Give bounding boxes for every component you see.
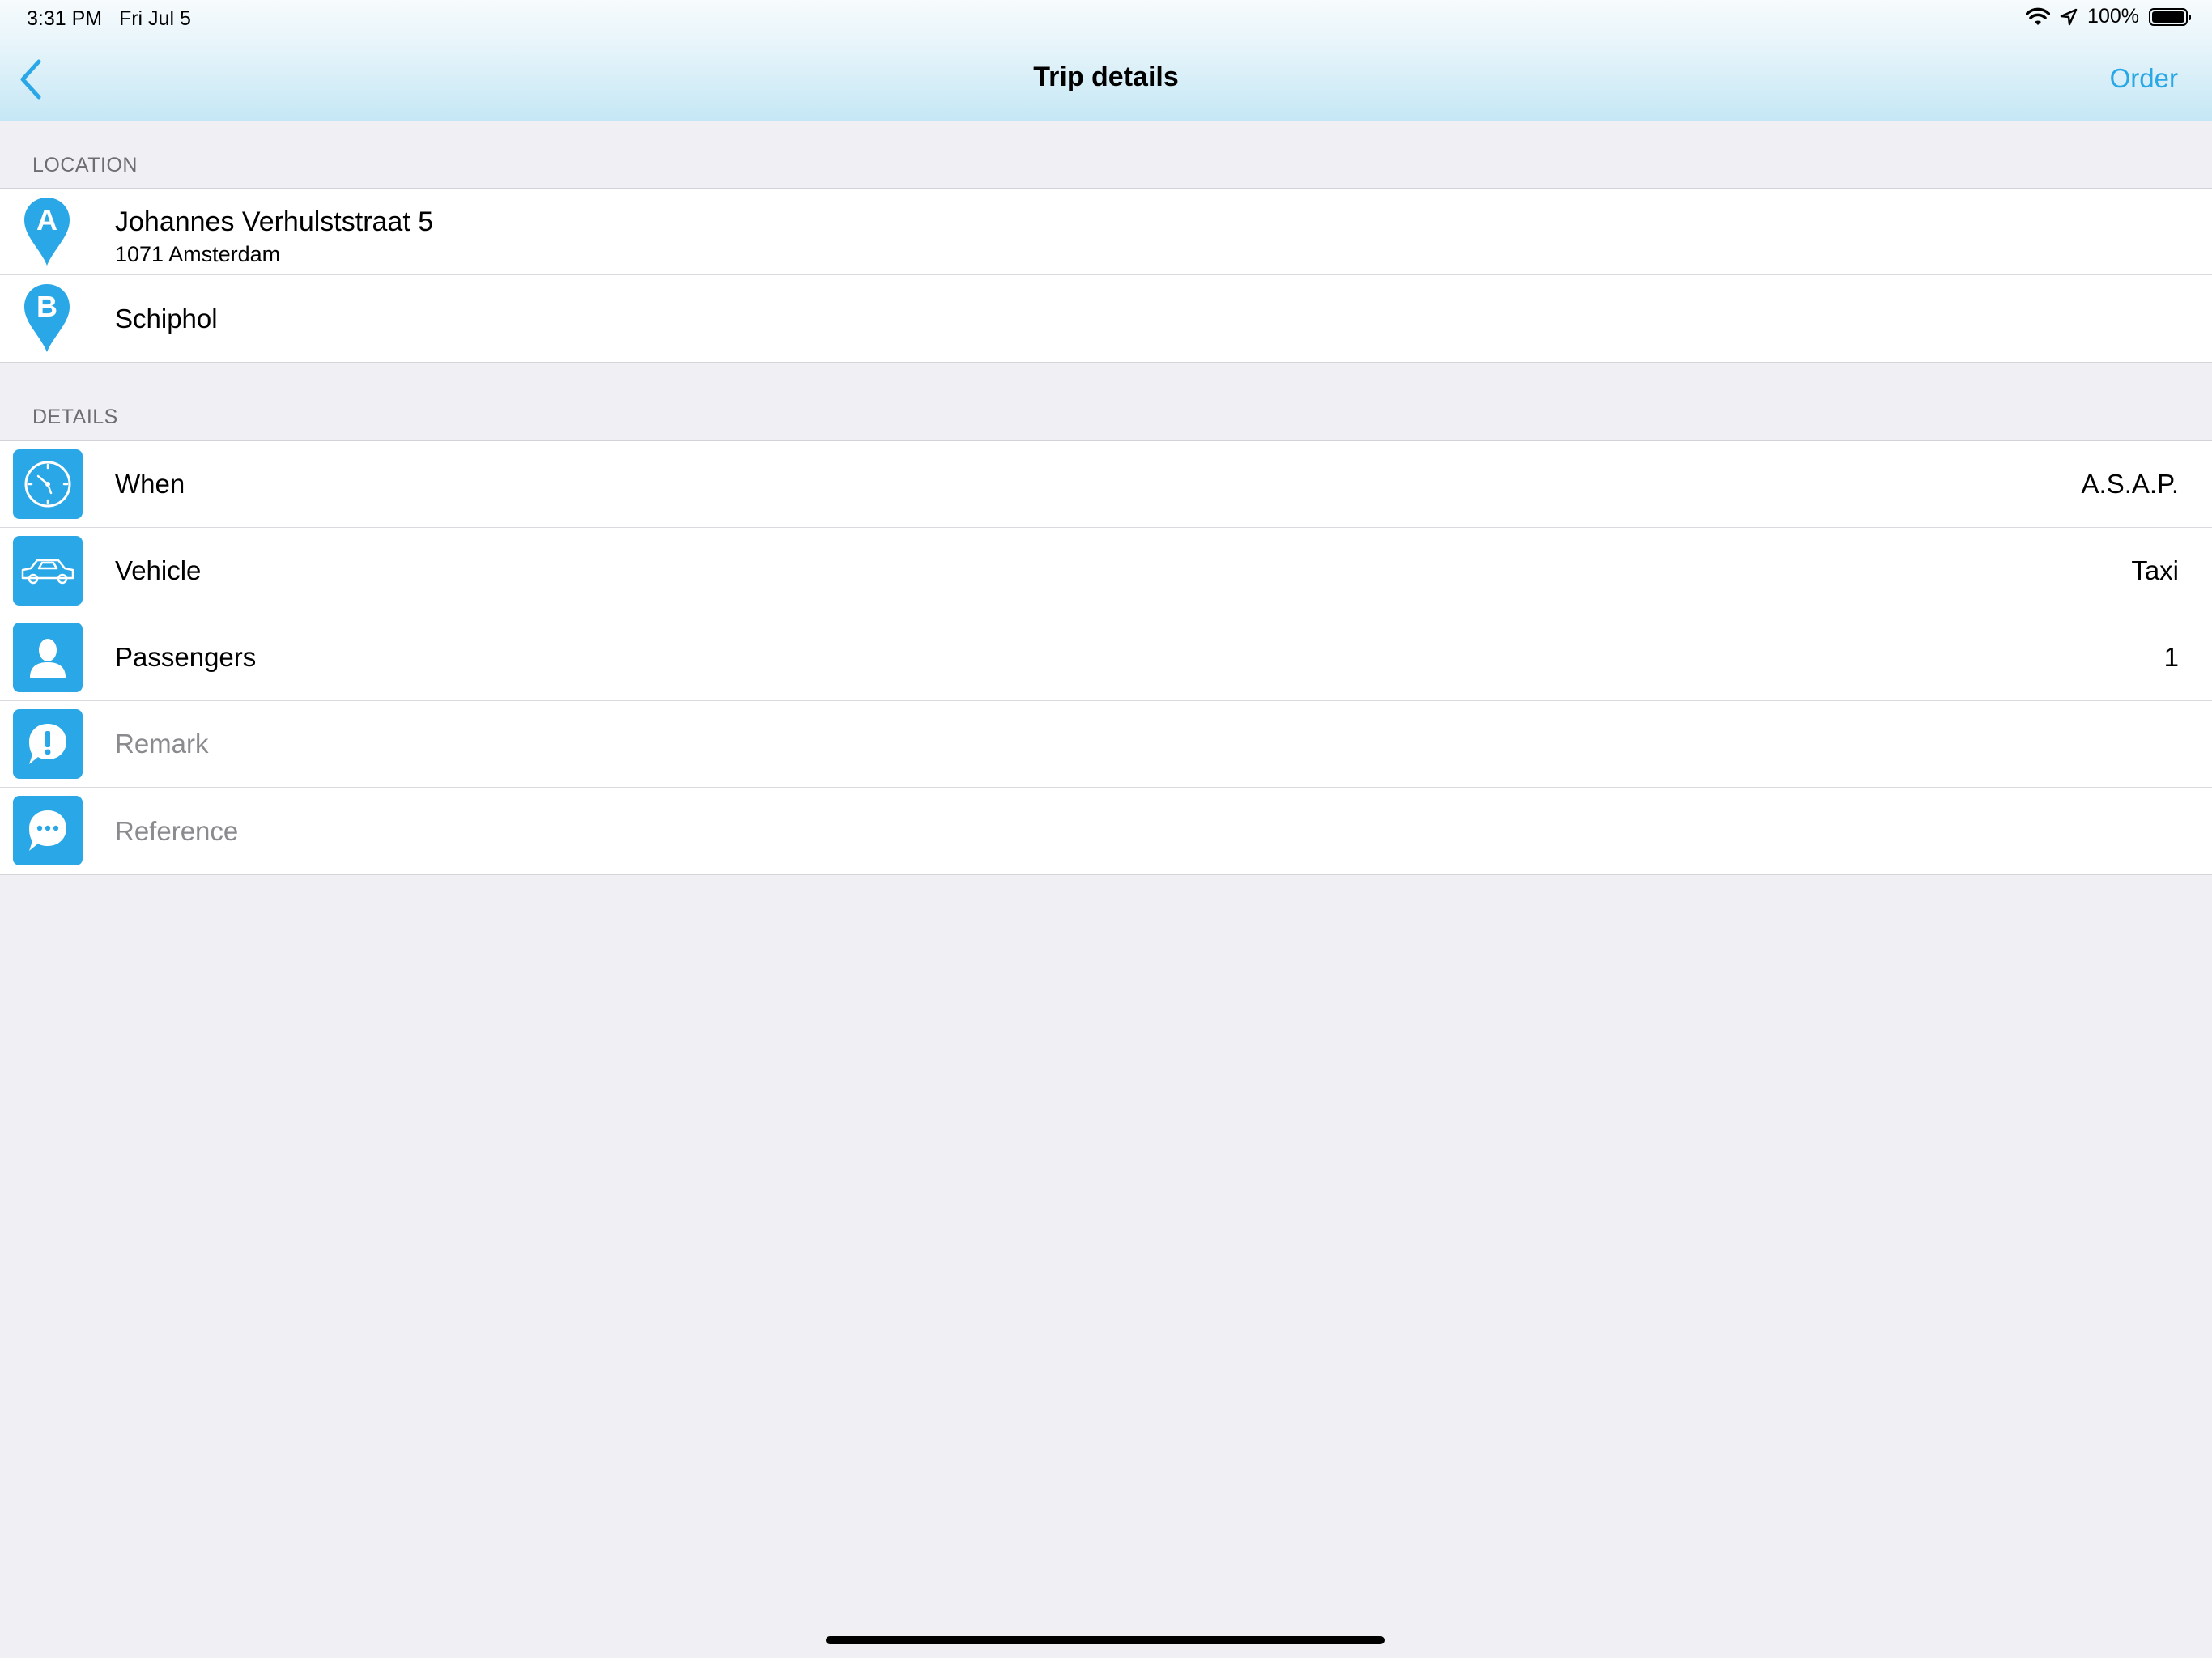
battery-icon	[2149, 7, 2191, 26]
passengers-row[interactable]: Passengers 1	[0, 614, 2212, 701]
chat-bubble-icon	[13, 796, 83, 865]
wifi-icon	[2026, 7, 2051, 25]
location-arrow-icon	[2060, 8, 2078, 25]
pin-a-letter: A	[36, 203, 57, 236]
car-icon	[13, 536, 83, 606]
status-indicators: 100%	[2026, 5, 2191, 28]
home-indicator[interactable]	[826, 1636, 1385, 1644]
remark-row[interactable]: Remark	[0, 701, 2212, 788]
pin-a-icon: A	[24, 198, 70, 266]
exclamation-bubble-icon	[13, 709, 83, 779]
vehicle-value: Taxi	[2131, 555, 2179, 585]
when-label: When	[115, 469, 185, 499]
reference-label: Reference	[115, 815, 239, 846]
when-value: A.S.A.P.	[2081, 469, 2179, 499]
passengers-label: Passengers	[115, 642, 257, 672]
clock-icon	[13, 449, 83, 519]
destination-location-row[interactable]: B Schiphol	[0, 275, 2212, 362]
remark-label: Remark	[115, 729, 209, 759]
pickup-address: Johannes Verhulststraat 5	[115, 206, 434, 237]
pin-b-icon: B	[24, 284, 70, 352]
order-button[interactable]: Order	[2110, 63, 2178, 94]
status-bar: 3:31 PM Fri Jul 5 100%	[0, 0, 2212, 39]
status-time-date: 3:31 PM Fri Jul 5	[27, 7, 191, 31]
vehicle-label: Vehicle	[115, 555, 202, 585]
pickup-location-row[interactable]: A Johannes Verhulststraat 5 1071 Amsterd…	[0, 189, 2212, 275]
battery-percentage: 100%	[2087, 5, 2139, 28]
when-row[interactable]: When A.S.A.P.	[0, 441, 2212, 528]
reference-row[interactable]: Reference	[0, 788, 2212, 874]
page-title: Trip details	[1033, 62, 1179, 92]
status-time: 3:31 PM	[27, 7, 103, 30]
details-group: When A.S.A.P. Vehicle Taxi Passengers 1	[0, 440, 2212, 875]
location-group: A Johannes Verhulststraat 5 1071 Amsterd…	[0, 188, 2212, 363]
person-icon	[13, 623, 83, 692]
passengers-value: 1	[2163, 642, 2179, 672]
pin-b-letter: B	[36, 290, 57, 323]
location-section-header: LOCATION	[32, 154, 138, 176]
status-date: Fri Jul 5	[118, 7, 191, 30]
pickup-city: 1071 Amsterdam	[115, 242, 281, 266]
vehicle-row[interactable]: Vehicle Taxi	[0, 528, 2212, 614]
details-section-header: DETAILS	[32, 406, 118, 428]
destination-address: Schiphol	[115, 303, 218, 334]
